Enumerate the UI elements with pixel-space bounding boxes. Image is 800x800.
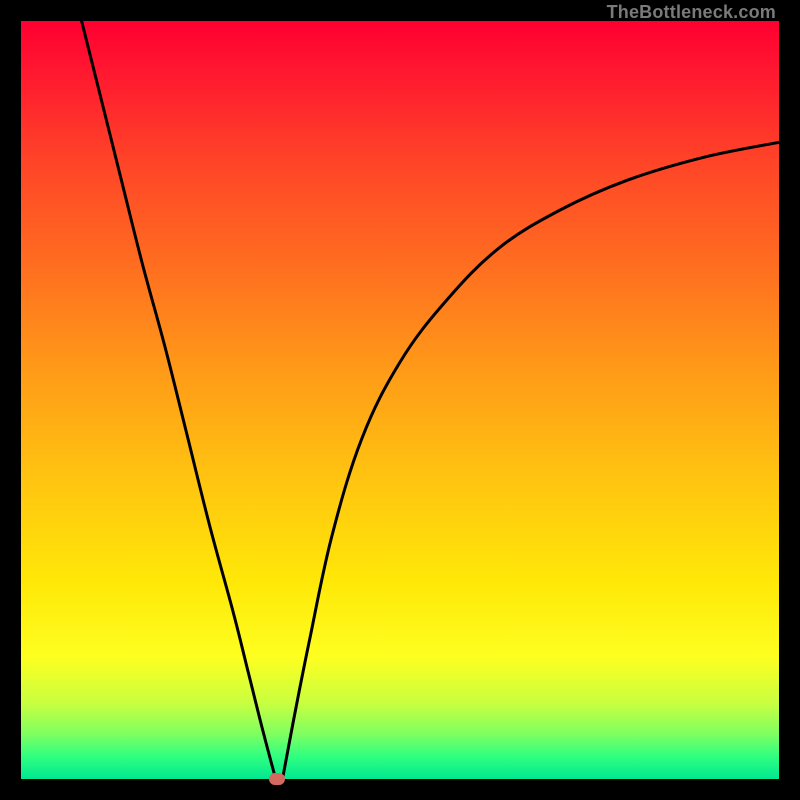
- chart-frame: [21, 21, 779, 779]
- attribution-label: TheBottleneck.com: [607, 2, 776, 23]
- curve-left-branch: [82, 21, 276, 779]
- bottleneck-curve: [21, 21, 779, 779]
- optimal-point-marker: [269, 773, 285, 785]
- curve-right-branch: [283, 142, 780, 779]
